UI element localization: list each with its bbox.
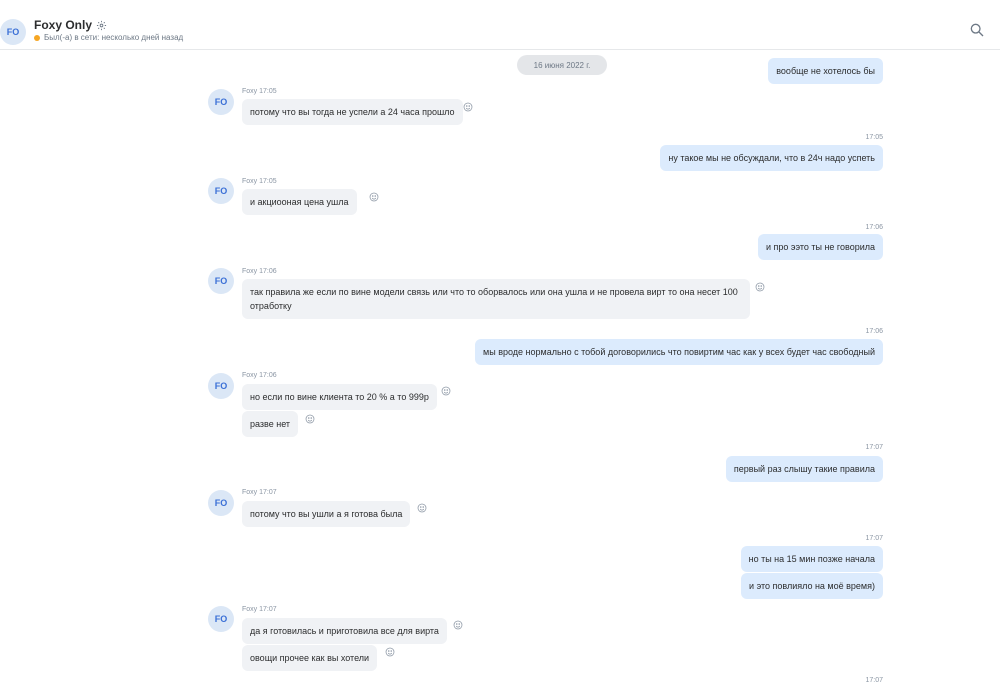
message-outgoing[interactable]: мы вроде нормально с тобой договорились … bbox=[475, 339, 883, 365]
message-outgoing[interactable]: и про ээто ты не говорила bbox=[757, 234, 883, 260]
message-meta: Foxy 17:06 bbox=[242, 372, 277, 379]
message-time: 17:07 bbox=[865, 677, 883, 684]
reaction-icon[interactable] bbox=[417, 500, 427, 513]
avatar[interactable]: FO bbox=[208, 490, 234, 516]
status-dot bbox=[34, 34, 40, 41]
gear-icon[interactable] bbox=[96, 20, 107, 31]
message-time: 17:05 bbox=[865, 134, 883, 141]
message-meta: Foxy 17:07 bbox=[242, 606, 277, 613]
message-incoming[interactable]: но если по вине клиента то 20 % а то 999… bbox=[242, 384, 437, 410]
avatar[interactable]: FO bbox=[208, 373, 234, 399]
reaction-icon[interactable] bbox=[463, 99, 473, 112]
message-meta: Foxy 17:06 bbox=[242, 268, 277, 275]
avatar[interactable]: FO bbox=[208, 268, 234, 294]
message-outgoing[interactable]: ну такое мы не обсуждали, что в 24ч надо… bbox=[660, 145, 883, 171]
avatar[interactable]: FO bbox=[208, 178, 234, 204]
search-icon[interactable] bbox=[969, 22, 985, 38]
message-outgoing[interactable]: вообще не хотелось бы bbox=[768, 58, 883, 84]
message-time: 17:06 bbox=[865, 328, 883, 335]
message-incoming[interactable]: овощи прочее как вы хотели bbox=[242, 645, 378, 671]
reaction-icon[interactable] bbox=[453, 617, 463, 630]
status-row: Был(-а) в сети: несколько дней назад bbox=[34, 33, 183, 42]
message-incoming[interactable]: разве нет bbox=[242, 411, 299, 437]
message-incoming[interactable]: потому что вы ушли а я готова была bbox=[242, 501, 411, 527]
message-incoming[interactable]: так правила же если по вине модели связь… bbox=[242, 279, 750, 319]
message-incoming[interactable]: да я готовилась и приготовила все для ви… bbox=[242, 618, 447, 644]
avatar[interactable]: FO bbox=[0, 19, 26, 45]
message-outgoing[interactable]: первый раз слышу такие правила bbox=[725, 456, 883, 482]
message-time: 17:06 bbox=[865, 224, 883, 231]
message-meta: Foxy 17:05 bbox=[242, 88, 277, 95]
message-outgoing[interactable]: но ты на 15 мин позже начала bbox=[740, 546, 883, 572]
message-list[interactable]: 16 июня 2022 г. вообще не хотелось бы FO… bbox=[0, 51, 1000, 686]
message-meta: Foxy 17:07 bbox=[242, 489, 277, 496]
reaction-icon[interactable] bbox=[385, 644, 395, 657]
chat-header: FO Foxy Only Был(-а) в сети: несколько д… bbox=[0, 0, 1000, 50]
message-incoming[interactable]: потому что вы тогда не успели а 24 часа … bbox=[242, 99, 463, 125]
avatar[interactable]: FO bbox=[208, 89, 234, 115]
chat-title[interactable]: Foxy Only bbox=[34, 18, 92, 32]
reaction-icon[interactable] bbox=[755, 279, 765, 292]
message-meta: Foxy 17:05 bbox=[242, 178, 277, 185]
message-outgoing[interactable]: и это повлияло на моё время) bbox=[741, 573, 883, 599]
message-incoming[interactable]: и акциооная цена ушла bbox=[242, 189, 357, 215]
status-text: Был(-а) в сети: несколько дней назад bbox=[44, 33, 184, 42]
reaction-icon[interactable] bbox=[441, 383, 451, 396]
reaction-icon[interactable] bbox=[305, 411, 315, 424]
avatar[interactable]: FO bbox=[208, 606, 234, 632]
title-row: Foxy Only bbox=[34, 18, 107, 32]
date-separator: 16 июня 2022 г. bbox=[517, 55, 607, 75]
message-time: 17:07 bbox=[865, 444, 883, 451]
message-time: 17:07 bbox=[865, 535, 883, 542]
reaction-icon[interactable] bbox=[369, 189, 379, 202]
